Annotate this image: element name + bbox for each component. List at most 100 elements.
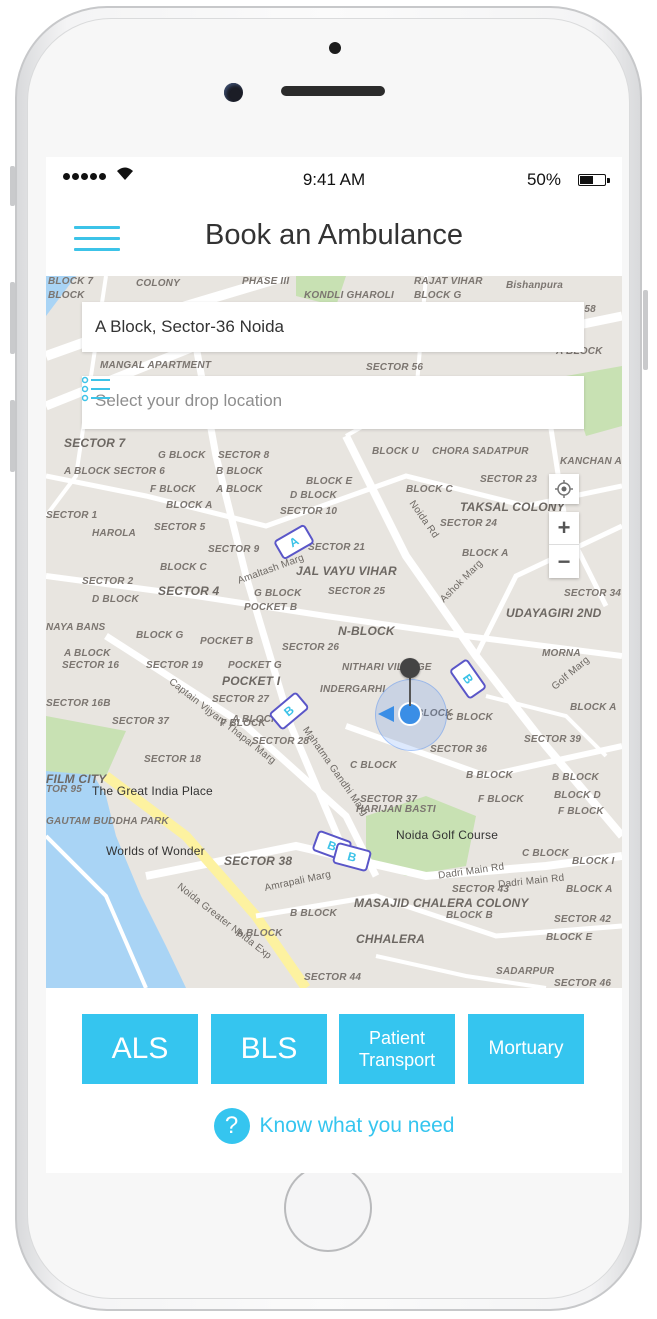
map-area-label: UDAYAGIRI 2ND [506, 606, 602, 620]
map-area-label: SECTOR 5 [154, 522, 206, 533]
map-area-label: SECTOR 7 [64, 436, 126, 450]
map-area-label: BLOCK C [406, 484, 453, 495]
volume-up-button [10, 282, 15, 354]
map-area-label: BLOCK [48, 290, 85, 301]
map-area-label: SECTOR 44 [304, 972, 362, 983]
map-area-label: G BLOCK [158, 450, 206, 461]
map-area-label: F BLOCK [150, 484, 196, 495]
map-area-label: SECTOR 36 [430, 744, 488, 755]
map-area-label: SECTOR 9 [208, 544, 260, 555]
map-place-label: The Great India Place [92, 784, 213, 798]
map-area-label: BLOCK U [372, 446, 419, 457]
app-header: Book an Ambulance [46, 202, 622, 276]
know-what-you-need-link[interactable]: ? Know what you need [46, 1108, 622, 1144]
map-area-label: SECTOR 56 [366, 362, 424, 373]
map-area-label: F BLOCK [478, 794, 524, 805]
patient-transport-line2: Transport [358, 1050, 436, 1070]
map-area-label: POCKET B [244, 602, 298, 613]
map-area-label: SECTOR 16 [62, 660, 120, 671]
power-button [643, 290, 648, 370]
list-icon[interactable] [82, 376, 110, 402]
map-area-label: POCKET B [200, 636, 254, 647]
map-area-label: MORNA [542, 648, 581, 659]
earpiece-speaker [281, 86, 385, 96]
map-area-label: SECTOR 37 [112, 716, 170, 727]
home-button[interactable] [284, 1164, 372, 1252]
map-area-label: GAUTAM BUDDHA PARK [46, 816, 169, 827]
map-area-label: BLOCK A [570, 702, 617, 713]
map-area-label: SECTOR 46 [554, 978, 612, 988]
map-area-label: MANGAL APARTMENT [100, 360, 212, 371]
map-area-label: RAJAT VIHAR [414, 276, 483, 287]
bls-button[interactable]: BLS [211, 1014, 327, 1084]
zoom-controls: + − [549, 512, 579, 578]
map-area-label: KONDLI GHAROLI [304, 290, 395, 301]
map-area-label: SECTOR 1 [46, 510, 98, 521]
map-area-label: A BLOCK SECTOR 6 [64, 466, 165, 477]
battery-icon [578, 174, 610, 186]
map-area-label: D BLOCK [92, 594, 139, 605]
map-area-label: SECTOR 26 [282, 642, 340, 653]
map-area-label: INDERGARHI [320, 684, 386, 695]
service-panel: ALS BLS Patient Transport Mortuary ? Know… [46, 988, 622, 1173]
map-area-label: D BLOCK [290, 490, 337, 501]
page-title: Book an Ambulance [205, 219, 463, 251]
pickup-location-input[interactable]: A Block, Sector-36 Noida [82, 302, 584, 352]
map-area-label: NAYA BANS [46, 622, 106, 633]
map-area-label: SECTOR 23 [480, 474, 538, 485]
volume-down-button [10, 400, 15, 472]
drop-location-placeholder: Select your drop location [95, 391, 283, 410]
map-area-label: BLOCK A [166, 500, 213, 511]
map-area-label: BLOCK D [554, 790, 601, 801]
mortuary-button[interactable]: Mortuary [468, 1014, 584, 1084]
map-area-label: A BLOCK [64, 648, 111, 659]
zoom-out-button[interactable]: − [549, 545, 579, 578]
map-area-label: Bishanpura [506, 280, 564, 291]
map-area-label: BLOCK A [462, 548, 509, 559]
map-view[interactable]: BLOCK 7 COLONY PHASE III RAJAT VIHAR Bishanp… [46, 276, 622, 988]
map-area-label: BLOCK I [572, 856, 615, 867]
zoom-in-button[interactable]: + [549, 512, 579, 545]
map-area-label: CHORA SADATPUR [432, 446, 529, 457]
map-area-label: SECTOR 38 [224, 854, 293, 868]
map-area-label: HAROLA [92, 528, 136, 539]
map-area-label: CHHALERA [356, 932, 425, 946]
pickup-location-value: A Block, Sector-36 Noida [95, 317, 284, 336]
patient-transport-line1: Patient [368, 1028, 426, 1048]
map-area-label: SECTOR 34 [564, 588, 622, 599]
map-area-label: BLOCK A [566, 884, 613, 895]
map-area-label: BLOCK E [546, 932, 593, 943]
map-area-label: BLOCK B [446, 910, 493, 921]
know-what-you-need-label: Know what you need [259, 1114, 455, 1137]
help-icon: ? [213, 1108, 250, 1144]
map-area-label: G BLOCK [254, 588, 302, 599]
map-area-label: A BLOCK [216, 484, 263, 495]
my-location-button[interactable] [549, 474, 579, 504]
map-area-label: BLOCK E [306, 476, 353, 487]
als-button[interactable]: ALS [82, 1014, 198, 1084]
patient-transport-button[interactable]: Patient Transport [339, 1014, 455, 1084]
heading-arrow-icon [378, 706, 394, 722]
map-area-label: SECTOR 19 [146, 660, 204, 671]
map-place-label: Worlds of Wonder [106, 844, 205, 858]
map-area-label: SADARPUR [496, 966, 555, 977]
map-area-label: SECTOR 21 [308, 542, 366, 553]
map-area-label: B BLOCK [216, 466, 263, 477]
map-area-label: SECTOR 10 [280, 506, 338, 517]
pickup-pin-icon[interactable] [400, 658, 420, 678]
map-area-label: BLOCK C [160, 562, 207, 573]
map-area-label: POCKET I [222, 674, 281, 688]
map-area-label: B BLOCK [290, 908, 337, 919]
front-camera [224, 83, 243, 102]
map-area-label: SECTOR 42 [554, 914, 612, 925]
map-area-label: POCKET G [228, 660, 282, 671]
map-area-label: SECTOR 8 [218, 450, 270, 461]
status-bar: 9:41 AM 50% [46, 157, 622, 202]
map-area-label: C BLOCK [350, 760, 397, 771]
silent-switch [10, 166, 15, 206]
map-area-label: SECTOR 39 [524, 734, 582, 745]
map-area-label: C BLOCK [522, 848, 569, 859]
map-area-label: PHASE III [242, 276, 290, 287]
drop-location-input[interactable]: Select your drop location [82, 376, 584, 429]
map-area-label: SECTOR 16B [46, 698, 111, 709]
